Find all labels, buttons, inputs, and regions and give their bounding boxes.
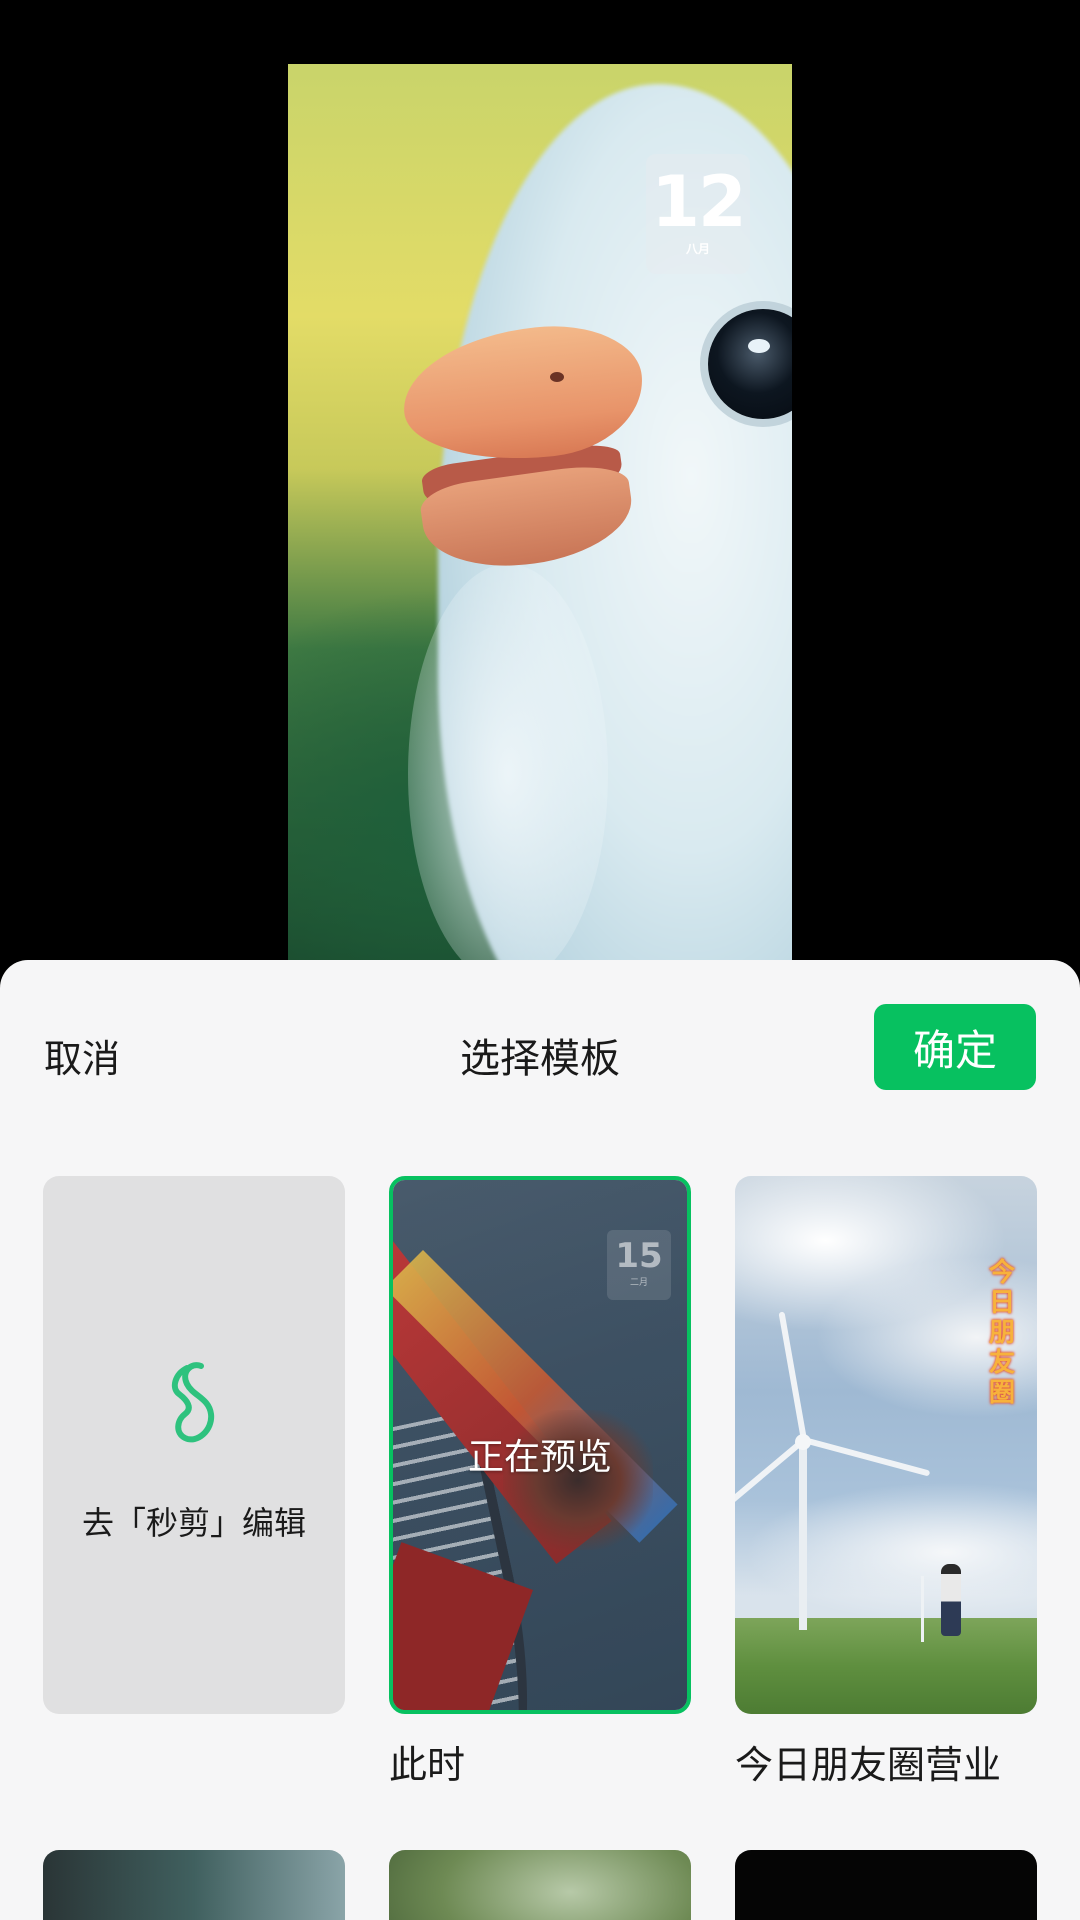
- thumbnail-date-day: 15: [615, 1236, 663, 1276]
- template-tile-cishi[interactable]: 15 二月 正在预览: [389, 1176, 691, 1714]
- grass-field: [735, 1618, 1037, 1714]
- template-preview-video[interactable]: 12 八月: [288, 64, 792, 964]
- template-caption-cishi: 此时: [389, 1743, 466, 1787]
- distant-turbine: [921, 1576, 924, 1642]
- template-tile[interactable]: [389, 1850, 691, 1920]
- miaojian-logo-icon: [171, 1362, 215, 1443]
- date-month: 八月: [685, 242, 710, 256]
- template-tile[interactable]: [43, 1850, 345, 1920]
- confirm-button[interactable]: 确定: [874, 1004, 1036, 1090]
- turbine-hub: [795, 1434, 811, 1450]
- duckling-fluff: [408, 564, 608, 964]
- sheet-header: 取消 选择模板 确定: [0, 960, 1080, 1130]
- date-widget: 12 八月: [646, 154, 750, 274]
- edit-in-miaojian-label: 去「秒剪」编辑: [81, 1504, 306, 1542]
- duckling-nostril: [550, 372, 564, 382]
- previewing-label: 正在预览: [467, 1437, 612, 1478]
- wind-turbine: [799, 1440, 807, 1630]
- thumbnail-vertical-title: 今日朋友圈: [988, 1258, 1015, 1408]
- person-figure: [941, 1564, 961, 1636]
- template-caption-moments: 今日朋友圈营业: [735, 1743, 1002, 1787]
- date-day: 12: [651, 161, 746, 243]
- screen: 12 八月 取消 选择模板 确定 去「秒剪」编辑 15 二月 正在预览 此时 今…: [0, 0, 1080, 1920]
- template-tile-moments[interactable]: 今日朋友圈: [735, 1176, 1037, 1714]
- thumbnail-date-month: 二月: [629, 1278, 648, 1288]
- edit-in-miaojian-tile[interactable]: 去「秒剪」编辑: [43, 1176, 345, 1714]
- template-tile[interactable]: [735, 1850, 1037, 1920]
- template-picker-sheet: 取消 选择模板 确定 去「秒剪」编辑 15 二月 正在预览 此时 今日朋友圈 今…: [0, 960, 1080, 1920]
- thumbnail-date-widget: 15 二月: [607, 1230, 671, 1300]
